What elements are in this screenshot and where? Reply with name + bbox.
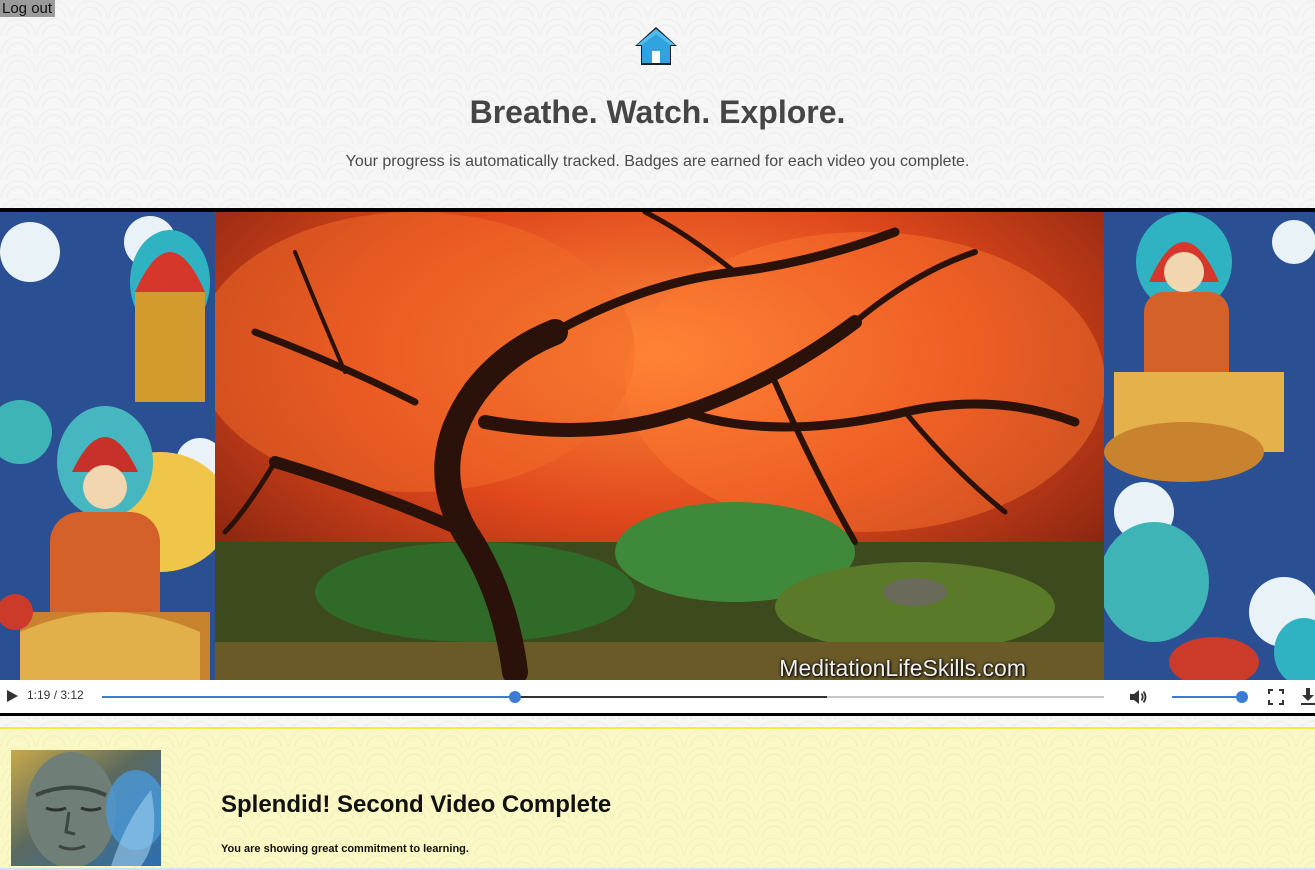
buddha-badge-image: [11, 750, 161, 866]
video-controls: 1:19 / 3:12: [0, 680, 1315, 713]
progress-slider[interactable]: [102, 691, 1104, 703]
thangka-right-image: [1104, 212, 1315, 684]
thangka-left-image: [0, 212, 215, 684]
page-subtitle: Your progress is automatically tracked. …: [345, 153, 970, 170]
time-display: 1:19 / 3:12: [27, 688, 84, 702]
volume-knob[interactable]: [1236, 691, 1248, 703]
volume-icon[interactable]: [1128, 687, 1148, 707]
home-icon[interactable]: [633, 24, 679, 68]
video-player[interactable]: MeditationLifeSkills.com 1:19 / 3:12: [0, 208, 1315, 716]
page-title: Breathe. Watch. Explore.: [469, 94, 846, 130]
progress-knob[interactable]: [508, 691, 521, 703]
badge-text: You are showing great commitment to lear…: [221, 843, 469, 855]
download-icon[interactable]: [1300, 687, 1315, 705]
volume-slider[interactable]: [1172, 691, 1248, 703]
logout-button[interactable]: Log out: [0, 0, 56, 17]
badge-title: Splendid! Second Video Complete: [221, 791, 612, 818]
badge-card: Splendid! Second Video Complete You are …: [0, 727, 1315, 870]
video-frame[interactable]: MeditationLifeSkills.com: [0, 212, 1315, 684]
autumn-tree-image: MeditationLifeSkills.com: [215, 212, 1104, 684]
video-watermark: MeditationLifeSkills.com: [779, 655, 1026, 681]
fullscreen-icon[interactable]: [1268, 689, 1284, 705]
play-icon[interactable]: [4, 688, 20, 704]
